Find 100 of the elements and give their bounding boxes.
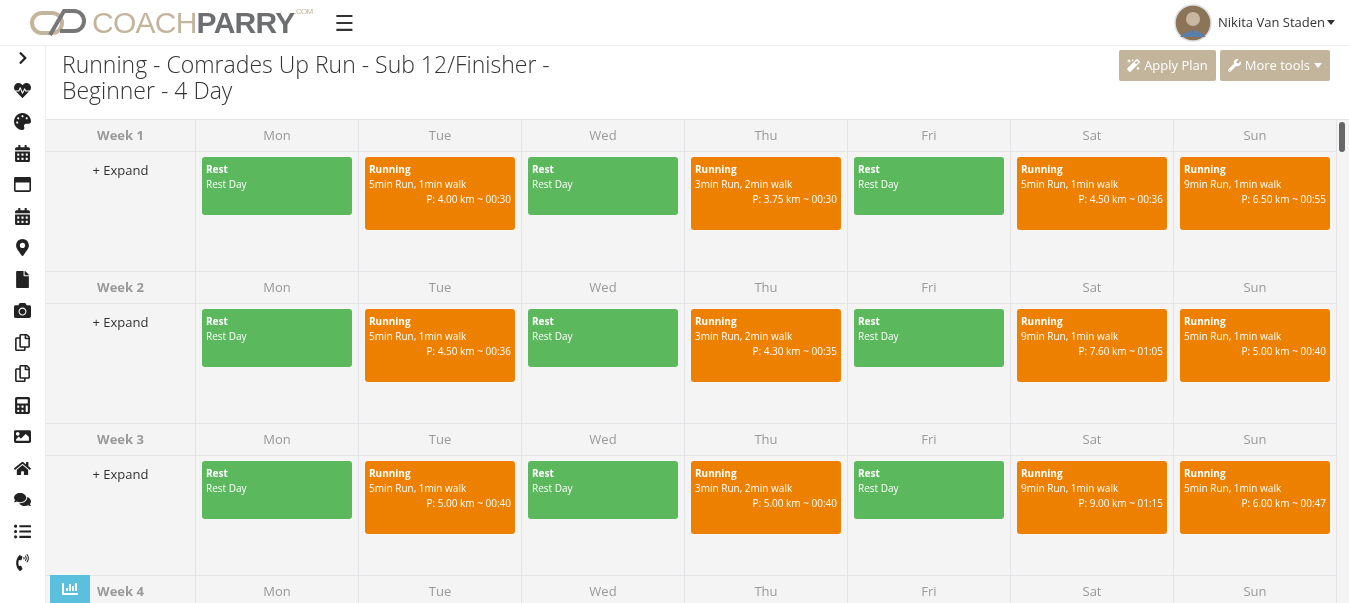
palette-icon[interactable] bbox=[14, 113, 31, 130]
day-label: Fri bbox=[921, 581, 937, 602]
workout-title: Running bbox=[369, 466, 412, 481]
expand-button[interactable]: + Expand bbox=[92, 161, 149, 181]
scrollbar[interactable] bbox=[1339, 122, 1345, 152]
workout-card[interactable]: Running 3min Run, 2min walk P: 4.30 km ~ 00:35 bbox=[691, 309, 841, 382]
week-label: Week 2 bbox=[97, 277, 144, 298]
map-marker-icon[interactable] bbox=[14, 239, 31, 256]
heartbeat-icon[interactable] bbox=[14, 81, 31, 99]
calculator-icon[interactable] bbox=[14, 396, 31, 414]
planned-distance: P: 4.50 km ~ 00:36 bbox=[1078, 192, 1163, 207]
workout-card[interactable]: Running 9min Run, 1min walk P: 9.00 km ~ 01:15 bbox=[1017, 461, 1167, 534]
workout-card[interactable]: Running 5min Run, 1min walk P: 4.00 km ~ 00:30 bbox=[365, 157, 515, 230]
planned-distance: P: 3.75 km ~ 00:30 bbox=[752, 192, 837, 207]
planned-distance: P: 5.00 km ~ 00:40 bbox=[426, 496, 511, 511]
bar-chart-icon bbox=[62, 581, 78, 597]
home-icon[interactable] bbox=[14, 459, 31, 477]
workout-card[interactable]: Running 5min Run, 1min walk P: 4.50 km ~ 00:36 bbox=[365, 309, 515, 382]
user-avatar[interactable] bbox=[1174, 3, 1213, 42]
phone-icon[interactable] bbox=[14, 554, 31, 571]
workout-card[interactable]: Rest Rest Day bbox=[202, 309, 352, 367]
workout-card[interactable]: Running 5min Run, 1min walk P: 6.00 km ~ 00:47 bbox=[1180, 461, 1330, 534]
workout-detail: Rest Day bbox=[532, 481, 574, 496]
list-icon[interactable] bbox=[14, 522, 31, 540]
workout-card[interactable]: Running 5min Run, 1min walk P: 5.00 km ~ 00:40 bbox=[365, 461, 515, 534]
workout-detail: Rest Day bbox=[532, 177, 574, 192]
day-label: Wed bbox=[589, 277, 617, 298]
workout-detail: Rest Day bbox=[858, 329, 900, 344]
day-label: Sun bbox=[1243, 581, 1267, 602]
planned-distance: P: 5.00 km ~ 00:40 bbox=[752, 496, 837, 511]
workout-card[interactable]: Rest Rest Day bbox=[528, 461, 678, 519]
workout-title: Rest bbox=[532, 162, 555, 177]
workout-title: Rest bbox=[858, 466, 881, 481]
workout-card[interactable]: Running 9min Run, 1min walk P: 6.50 km ~ 00:55 bbox=[1180, 157, 1330, 230]
file-icon[interactable] bbox=[14, 270, 31, 288]
day-label: Mon bbox=[263, 429, 291, 450]
workout-card[interactable]: Rest Rest Day bbox=[202, 461, 352, 519]
day-label: Sat bbox=[1082, 125, 1102, 146]
workout-card[interactable]: Running 3min Run, 2min walk P: 3.75 km ~ 00:30 bbox=[691, 157, 841, 230]
image-icon[interactable] bbox=[14, 428, 31, 445]
workout-card[interactable]: Rest Rest Day bbox=[528, 157, 678, 215]
calendar-icon[interactable] bbox=[14, 144, 31, 162]
workout-card[interactable]: Rest Rest Day bbox=[854, 157, 1004, 215]
planned-distance: P: 5.00 km ~ 00:40 bbox=[1241, 344, 1326, 359]
day-label: Fri bbox=[921, 277, 937, 298]
workout-title: Rest bbox=[532, 314, 555, 329]
calendar-icon[interactable] bbox=[14, 207, 31, 225]
workout-title: Rest bbox=[206, 162, 229, 177]
workout-card[interactable]: Rest Rest Day bbox=[202, 157, 352, 215]
workout-detail: 3min Run, 2min walk bbox=[695, 177, 794, 192]
workout-title: Rest bbox=[532, 466, 555, 481]
toolbar-button[interactable]: More tools bbox=[1219, 50, 1330, 81]
workout-card[interactable]: Rest Rest Day bbox=[854, 461, 1004, 519]
magic-wand-icon bbox=[1127, 59, 1141, 72]
workout-title: Running bbox=[1184, 466, 1227, 481]
workout-card[interactable]: Running 9min Run, 1min walk P: 7.60 km ~ 01:05 bbox=[1017, 309, 1167, 382]
planned-distance: P: 9.00 km ~ 01:15 bbox=[1078, 496, 1163, 511]
day-label: Tue bbox=[428, 429, 452, 450]
planned-distance: P: 6.50 km ~ 00:55 bbox=[1241, 192, 1326, 207]
expand-button[interactable]: + Expand bbox=[92, 313, 149, 333]
day-label: Wed bbox=[589, 125, 617, 146]
copy-icon[interactable] bbox=[14, 365, 31, 382]
menu-button[interactable]: ☰ bbox=[334, 6, 355, 39]
chat-icon[interactable] bbox=[14, 491, 31, 508]
workout-card[interactable]: Running 3min Run, 2min walk P: 5.00 km ~ 00:40 bbox=[691, 461, 841, 534]
day-label: Sun bbox=[1243, 277, 1267, 298]
day-label: Fri bbox=[921, 125, 937, 146]
workout-card[interactable]: Running 5min Run, 1min walk P: 5.00 km ~ 00:40 bbox=[1180, 309, 1330, 382]
workout-detail: Rest Day bbox=[858, 177, 900, 192]
workout-card[interactable]: Rest Rest Day bbox=[528, 309, 678, 367]
workout-detail: 5min Run, 1min walk bbox=[1021, 177, 1120, 192]
day-label: Wed bbox=[589, 581, 617, 602]
workout-detail: 5min Run, 1min walk bbox=[1184, 329, 1283, 344]
day-label: Tue bbox=[428, 277, 452, 298]
workout-title: Running bbox=[1021, 162, 1064, 177]
workout-title: Rest bbox=[206, 314, 229, 329]
planned-distance: P: 4.50 km ~ 00:36 bbox=[426, 344, 511, 359]
day-label: Mon bbox=[263, 125, 291, 146]
day-label: Sat bbox=[1082, 277, 1102, 298]
user-menu[interactable]: Nikita Van Staden bbox=[1218, 12, 1335, 33]
toolbar-button[interactable]: Apply Plan bbox=[1119, 50, 1216, 81]
workout-title: Rest bbox=[858, 162, 881, 177]
copy-icon[interactable] bbox=[14, 333, 31, 351]
workout-detail: 5min Run, 1min walk bbox=[369, 481, 468, 496]
workout-detail: 5min Run, 1min walk bbox=[369, 177, 468, 192]
workout-detail: 9min Run, 1min walk bbox=[1184, 177, 1283, 192]
day-label: Thu bbox=[754, 581, 778, 602]
workout-title: Rest bbox=[858, 314, 881, 329]
expand-button[interactable]: + Expand bbox=[92, 465, 149, 485]
workout-detail: 3min Run, 2min walk bbox=[695, 481, 794, 496]
planned-distance: P: 7.60 km ~ 01:05 bbox=[1078, 344, 1163, 359]
workout-detail: 3min Run, 2min walk bbox=[695, 329, 794, 344]
workout-card[interactable]: Rest Rest Day bbox=[854, 309, 1004, 367]
workout-card[interactable]: Running 5min Run, 1min walk P: 4.50 km ~ 00:36 bbox=[1017, 157, 1167, 230]
workout-title: Running bbox=[695, 466, 738, 481]
camera-icon[interactable] bbox=[14, 302, 31, 319]
workout-title: Rest bbox=[206, 466, 229, 481]
workout-detail: 5min Run, 1min walk bbox=[369, 329, 468, 344]
workout-detail: Rest Day bbox=[858, 481, 900, 496]
day-label: Mon bbox=[263, 581, 291, 602]
